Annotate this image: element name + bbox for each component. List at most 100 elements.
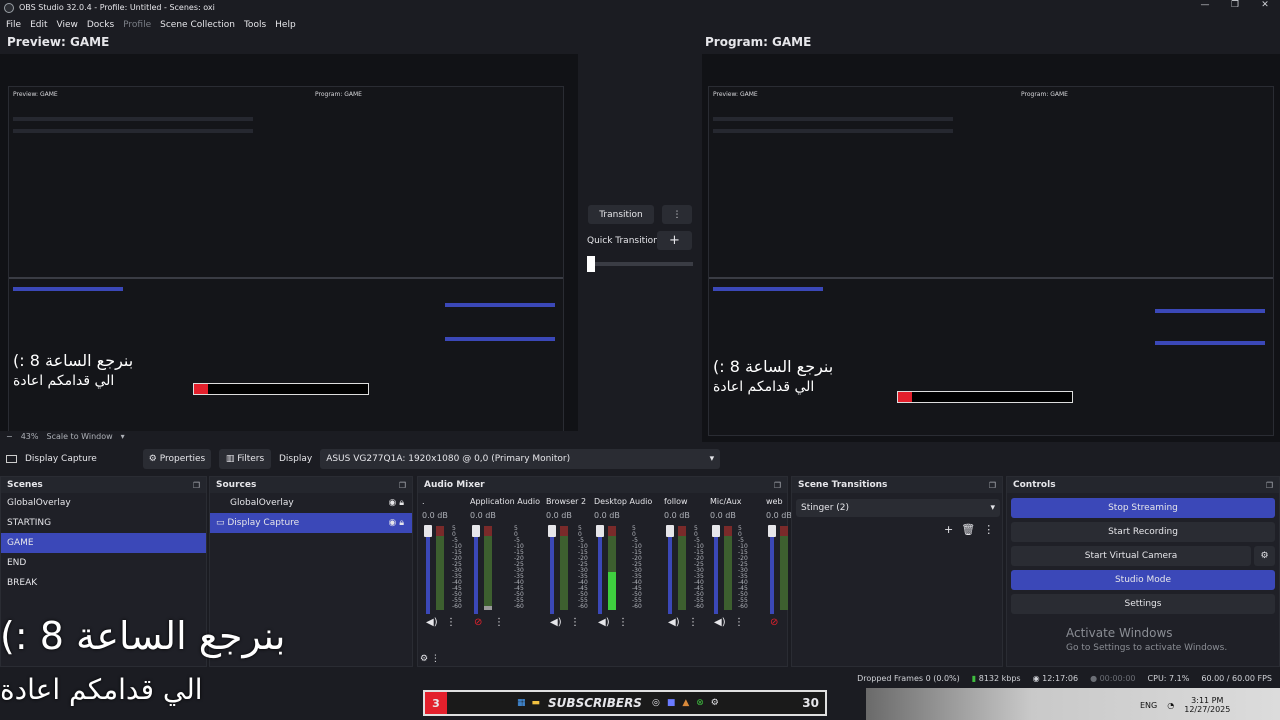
close-button[interactable]: ✕	[1250, 0, 1280, 10]
channel-menu-icon[interactable]: ⋮	[446, 617, 456, 628]
undock-icon[interactable]: ❐	[193, 481, 200, 490]
maximize-button[interactable]: ❐	[1220, 0, 1250, 10]
speaker-icon[interactable]: ◀)	[668, 617, 680, 628]
mixer-fader[interactable]	[598, 526, 602, 614]
mixer-settings-icons[interactable]: ⚙ ⋮	[420, 654, 440, 664]
mixer-fader-handle[interactable]	[712, 525, 720, 537]
mixer-fader-handle[interactable]	[666, 525, 674, 537]
xbox-icon[interactable]: ⊗	[696, 698, 704, 708]
menu-scene-collection[interactable]: Scene Collection	[160, 20, 235, 30]
preview-canvas[interactable]: Preview: GAME Program: GAME بنرجع الساعة…	[0, 54, 578, 431]
mixer-fader[interactable]	[668, 526, 672, 614]
mixer-fader-handle[interactable]	[596, 525, 604, 537]
scene-item[interactable]: STARTING	[1, 513, 206, 533]
muted-speaker-icon[interactable]: ⊘	[474, 617, 482, 628]
menu-view[interactable]: View	[57, 20, 78, 30]
mixer-channel-name: Browser 2	[546, 497, 587, 506]
undock-icon[interactable]: ❐	[989, 481, 996, 490]
speaker-icon[interactable]: ◀)	[550, 617, 562, 628]
transition-menu-button[interactable]: ⋮	[662, 205, 692, 224]
speaker-icon[interactable]: ◀)	[714, 617, 726, 628]
channel-menu-icon[interactable]: ⋮	[618, 617, 628, 628]
scene-item[interactable]: GlobalOverlay	[1, 493, 206, 513]
mixer-fader-handle[interactable]	[424, 525, 432, 537]
channel-menu-icon[interactable]: ⋮	[570, 617, 580, 628]
mixer-fader[interactable]	[426, 526, 430, 614]
transition-select[interactable]: Stinger (2) ▾	[796, 499, 1000, 517]
undock-icon[interactable]: ❐	[1266, 481, 1273, 490]
mixer-fader-handle[interactable]	[768, 525, 776, 537]
scene-item[interactable]: BREAK	[1, 573, 206, 593]
transition-slider[interactable]	[588, 262, 693, 266]
scene-item-selected[interactable]: GAME	[1, 533, 206, 553]
mixer-channel-name: follow	[664, 497, 688, 506]
properties-button[interactable]: ⚙ Properties	[143, 449, 211, 469]
stream-time: 12:17:06	[1042, 673, 1079, 683]
menu-tools[interactable]: Tools	[244, 20, 266, 30]
speaker-icon[interactable]: ◀)	[426, 617, 438, 628]
channel-menu-icon[interactable]: ⋮	[494, 617, 504, 628]
muted-speaker-icon[interactable]: ⊘	[770, 617, 778, 628]
menu-edit[interactable]: Edit	[30, 20, 47, 30]
overlay-text-line2: الي قدامكم اعادة	[0, 673, 203, 706]
fps: 60.00 / 60.00 FPS	[1201, 673, 1272, 683]
channel-menu-icon[interactable]: ⋮	[688, 617, 698, 628]
transition-button[interactable]: Transition	[588, 205, 654, 224]
settings-button[interactable]: Settings	[1011, 594, 1275, 614]
source-item[interactable]: GlobalOverlay ◉ 🔒︎	[210, 493, 412, 513]
trash-icon[interactable]: 🗑︎	[961, 523, 975, 536]
stop-streaming-button[interactable]: Stop Streaming	[1011, 498, 1275, 518]
app-icon[interactable]: ▲	[682, 698, 689, 708]
chevron-down-icon: ▾	[990, 503, 995, 513]
undock-icon[interactable]: ❐	[774, 481, 781, 490]
tray-lang[interactable]: ENG	[1140, 701, 1157, 710]
wifi-icon[interactable]: ◔	[1167, 701, 1174, 710]
add-icon[interactable]: +	[944, 523, 953, 536]
mixer-fader-handle[interactable]	[472, 525, 480, 537]
scale-mode[interactable]: Scale to Window	[46, 432, 112, 441]
program-label: Program: GAME	[705, 35, 812, 49]
menu-profile[interactable]: Profile	[123, 20, 151, 30]
scale-dropdown-icon[interactable]: ▾	[121, 432, 125, 441]
mixer-level-meter	[484, 526, 492, 610]
menu-file[interactable]: File	[6, 20, 21, 30]
mixer-level-fill	[484, 606, 492, 610]
undock-icon[interactable]: ❐	[399, 481, 406, 490]
source-item-selected[interactable]: ▭ Display Capture ◉ 🔒︎	[210, 513, 412, 533]
settings-icon[interactable]: ⚙	[711, 698, 719, 708]
add-quick-transition-button[interactable]: +	[657, 231, 692, 250]
mixer-fader[interactable]	[714, 526, 718, 614]
mixer-channel-db: 0.0 dB	[664, 511, 690, 520]
studio-mode-button[interactable]: Studio Mode	[1011, 570, 1275, 590]
menu-help[interactable]: Help	[275, 20, 296, 30]
app-icon[interactable]: ■	[667, 698, 676, 708]
obs-icon[interactable]: ◎	[652, 698, 660, 708]
mixer-fader[interactable]	[550, 526, 554, 614]
more-icon[interactable]: ⋮	[983, 523, 994, 536]
display-label: Display	[279, 454, 313, 464]
preview-nested-screen: Preview: GAME Program: GAME بنرجع الساعة…	[8, 86, 564, 431]
filters-button[interactable]: ▥ Filters	[219, 449, 271, 469]
minimize-button[interactable]: —	[1190, 0, 1220, 10]
visibility-lock-icons[interactable]: ◉ 🔒︎	[388, 518, 404, 528]
start-virtual-camera-button[interactable]: Start Virtual Camera	[1011, 546, 1251, 566]
tray-clock[interactable]: 3:11 PM 12/27/2025	[1184, 696, 1230, 714]
mixer-level-fill	[608, 572, 616, 610]
speaker-icon[interactable]: ◀)	[598, 617, 610, 628]
mixer-fader[interactable]	[474, 526, 478, 614]
transition-slider-handle[interactable]	[587, 256, 595, 272]
display-select[interactable]: ASUS VG277Q1A: 1920x1080 @ 0,0 (Primary …	[320, 449, 721, 469]
mixer-fader-handle[interactable]	[548, 525, 556, 537]
windows-icon[interactable]: ▦	[517, 698, 526, 708]
mixer-fader[interactable]	[770, 526, 774, 614]
visibility-lock-icons[interactable]: ◉ 🔒︎	[388, 498, 404, 508]
channel-menu-icon[interactable]: ⋮	[734, 617, 744, 628]
folder-icon[interactable]: ▬	[532, 698, 541, 708]
menu-docks[interactable]: Docks	[87, 20, 114, 30]
start-recording-button[interactable]: Start Recording	[1011, 522, 1275, 542]
scene-item[interactable]: END	[1, 553, 206, 573]
zoom-out-button[interactable]: −	[6, 432, 13, 441]
gear-icon: ⚙	[148, 454, 160, 464]
virtual-camera-settings-button[interactable]: ⚙	[1254, 546, 1275, 566]
preview-label: Preview: GAME	[7, 35, 110, 49]
